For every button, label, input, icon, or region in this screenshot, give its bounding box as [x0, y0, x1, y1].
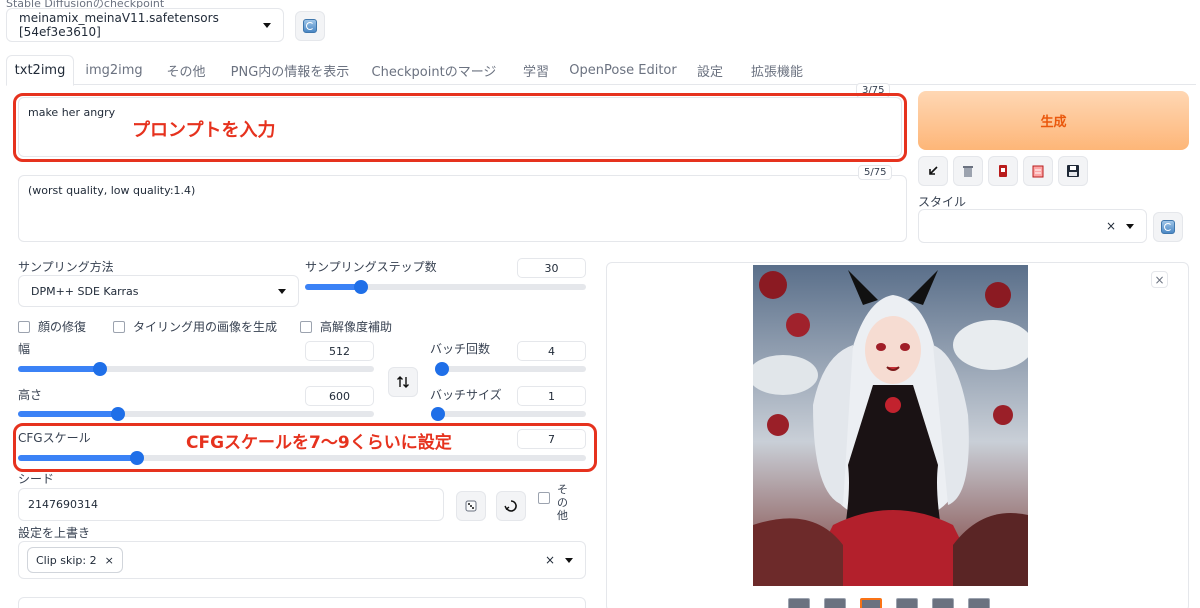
chip-remove-icon[interactable]: ×	[105, 554, 114, 567]
checkpoint-select[interactable]: meinamix_meinaV11.safetensors [54ef3e361…	[6, 8, 284, 42]
batch-count-input[interactable]: 4	[517, 341, 586, 361]
width-slider[interactable]	[18, 362, 374, 376]
sampling-steps-label: サンプリングステップ数	[305, 260, 437, 274]
tab-openpose-editor[interactable]: OpenPose Editor	[568, 55, 678, 85]
random-seed-button[interactable]	[456, 491, 486, 521]
prompt-annotation: プロンプトを入力	[132, 120, 276, 141]
trash-icon	[963, 166, 973, 177]
swap-arrows-icon	[397, 376, 409, 388]
tab-extensions[interactable]: 拡張機能	[742, 55, 812, 85]
hires-fix-checkbox[interactable]: 高解像度補助	[300, 318, 392, 335]
style-refresh-button[interactable]	[1153, 212, 1183, 242]
tiling-checkbox[interactable]: タイリング用の画像を生成	[113, 318, 277, 335]
seed-label: シード	[18, 472, 55, 486]
apply-style-button[interactable]	[1023, 156, 1053, 186]
restore-faces-checkbox[interactable]: 顔の修復	[18, 318, 86, 335]
refresh-icon	[303, 19, 317, 33]
restore-faces-label: 顔の修復	[38, 320, 87, 334]
read-params-button[interactable]	[918, 156, 948, 186]
checkpoint-refresh-button[interactable]	[295, 11, 325, 41]
chevron-down-icon	[278, 288, 286, 294]
arrow-down-left-icon	[929, 166, 938, 175]
gallery-thumbnail[interactable]	[788, 598, 810, 608]
tab-extras[interactable]: その他	[158, 55, 214, 85]
batch-size-label: バッチサイズ	[430, 388, 502, 402]
width-label: 幅	[18, 342, 31, 356]
extra-seed-checkbox[interactable]	[538, 492, 558, 504]
tab-txt2img[interactable]: txt2img	[6, 55, 74, 86]
main-tabs: txt2img img2img その他 PNG内の情報を表示 Checkpoin…	[6, 55, 1196, 86]
gallery-thumbnail[interactable]	[968, 598, 990, 608]
gallery-thumbnail-selected[interactable]	[860, 598, 882, 608]
width-input[interactable]: 512	[305, 341, 374, 361]
next-section-box	[18, 597, 586, 608]
batch-size-slider[interactable]	[431, 407, 586, 421]
gallery-thumbnail[interactable]	[824, 598, 846, 608]
negative-prompt-token-counter: 5/75	[858, 165, 893, 180]
batch-size-input[interactable]: 1	[517, 386, 586, 406]
gallery-thumbnail[interactable]	[932, 598, 954, 608]
sampling-steps-slider[interactable]	[305, 280, 586, 294]
chevron-down-icon	[263, 22, 271, 28]
negative-prompt-input[interactable]: (worst quality, low quality:1.4)	[18, 175, 907, 242]
sampling-method-value: DPM++ SDE Karras	[31, 284, 139, 298]
generated-image[interactable]	[753, 265, 1028, 586]
height-label: 高さ	[18, 388, 43, 402]
hires-fix-label: 高解像度補助	[320, 320, 393, 334]
negative-prompt-text: (worst quality, low quality:1.4)	[28, 184, 196, 197]
save-icon	[1067, 165, 1079, 177]
close-icon[interactable]: ×	[1151, 271, 1168, 288]
seed-value: 2147690314	[28, 498, 98, 511]
tab-png-info[interactable]: PNG内の情報を表示	[222, 55, 358, 85]
clear-icon[interactable]: ×	[545, 553, 555, 567]
checkpoint-value: meinamix_meinaV11.safetensors [54ef3e361…	[19, 11, 219, 39]
override-settings-dropdown[interactable]: Clip skip: 2 × ×	[18, 541, 586, 579]
clip-skip-label: Clip skip: 2	[36, 553, 97, 567]
style-label: スタイル	[918, 195, 967, 209]
height-slider[interactable]	[18, 407, 374, 421]
generate-button[interactable]: 生成	[918, 91, 1189, 150]
batch-count-slider[interactable]	[435, 362, 586, 376]
override-settings-label: 設定を上書き	[18, 526, 91, 540]
clipboard-icon	[1032, 165, 1044, 178]
gallery-thumbnail[interactable]	[896, 598, 918, 608]
batch-count-label: バッチ回数	[430, 342, 491, 356]
height-input[interactable]: 600	[305, 386, 374, 406]
extra-seed-label: その他	[557, 483, 568, 522]
sampling-steps-input[interactable]: 30	[517, 258, 586, 278]
card-icon	[999, 165, 1007, 177]
style-dropdown[interactable]: ×	[918, 209, 1147, 243]
dice-icon	[465, 500, 477, 512]
clip-skip-chip: Clip skip: 2 ×	[27, 547, 123, 573]
anime-girl-image	[753, 265, 1028, 586]
reuse-seed-button[interactable]	[496, 491, 526, 521]
clear-prompt-button[interactable]	[953, 156, 983, 186]
clear-icon[interactable]: ×	[1106, 219, 1116, 233]
save-style-button[interactable]	[1058, 156, 1088, 186]
seed-input[interactable]: 2147690314	[18, 488, 444, 521]
chevron-down-icon	[565, 557, 573, 563]
recycle-icon	[504, 500, 517, 512]
extra-networks-button[interactable]	[988, 156, 1018, 186]
swap-dimensions-button[interactable]	[388, 367, 418, 397]
tab-settings[interactable]: 設定	[686, 55, 734, 85]
cfg-annotation: CFGスケールを7〜9くらいに設定	[186, 433, 452, 453]
chevron-down-icon	[1126, 223, 1134, 229]
sampling-method-dropdown[interactable]: DPM++ SDE Karras	[18, 275, 299, 307]
tiling-label: タイリング用の画像を生成	[133, 320, 278, 334]
tab-checkpoint-merger[interactable]: Checkpointのマージ	[366, 55, 502, 85]
refresh-icon	[1161, 220, 1175, 234]
sampling-method-label: サンプリング方法	[18, 260, 114, 274]
tab-train[interactable]: 学習	[510, 55, 562, 85]
tab-img2img[interactable]: img2img	[78, 55, 150, 85]
